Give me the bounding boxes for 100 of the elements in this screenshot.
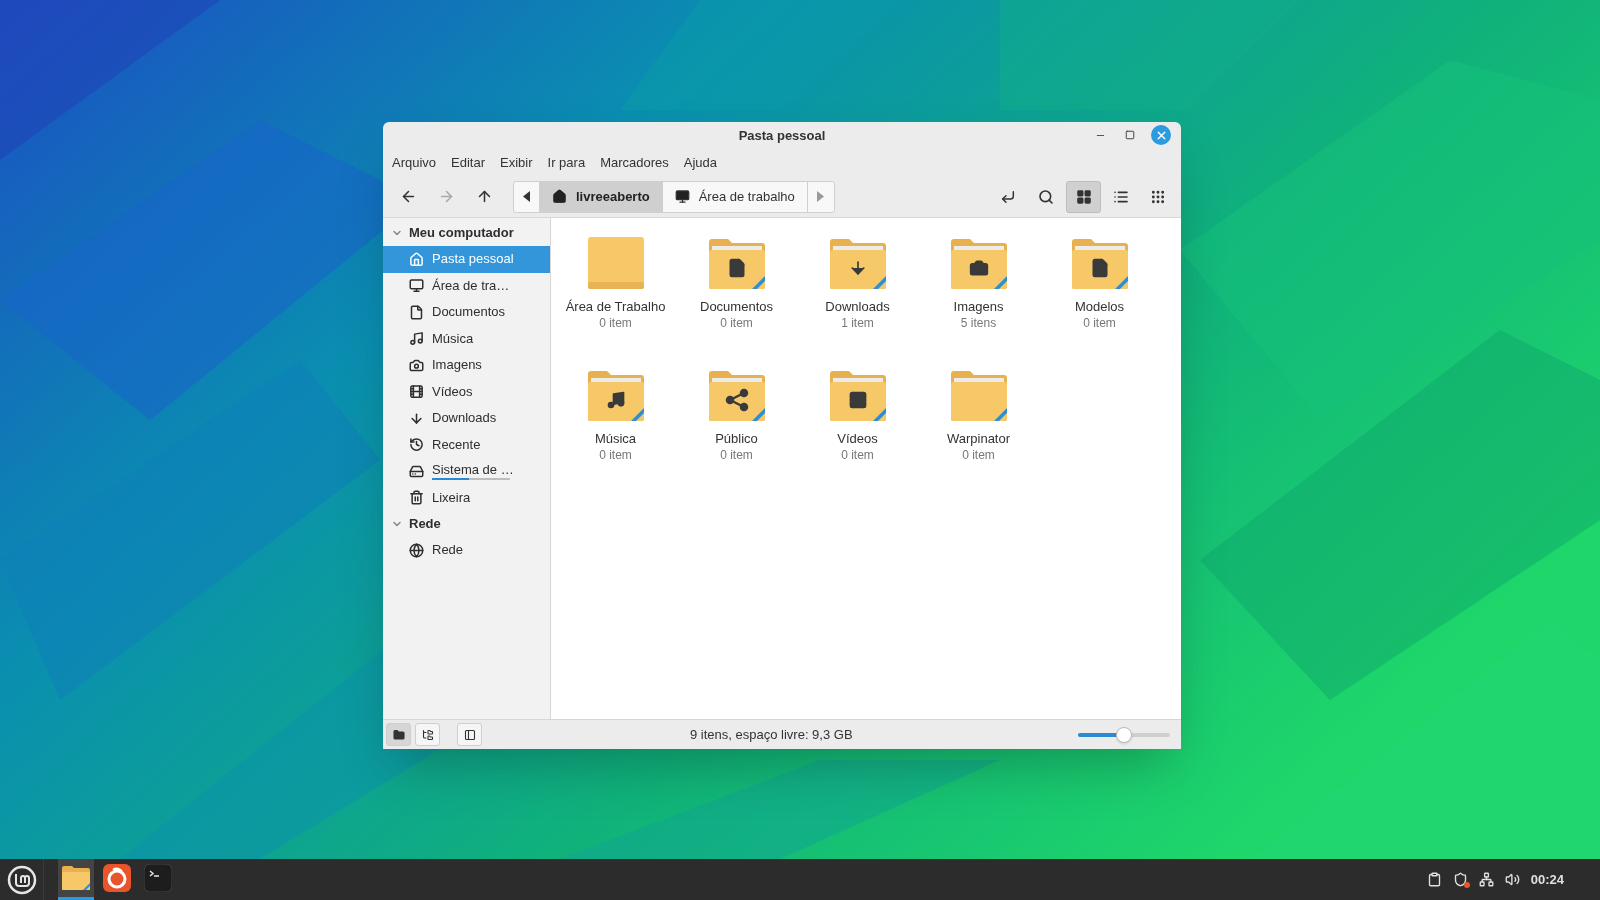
search-icon <box>1038 188 1054 205</box>
item-count: 5 itens <box>960 315 997 332</box>
volume-icon[interactable] <box>1504 872 1520 887</box>
pane-toggle-button[interactable] <box>386 723 411 746</box>
folder-item[interactable]: Warpinator 0 item <box>918 366 1039 464</box>
sidebar-item[interactable]: Área de tra… <box>383 272 550 299</box>
path-button[interactable]: livreeaberto <box>540 181 663 212</box>
item-count: 0 item <box>720 315 753 332</box>
film-icon <box>409 384 424 400</box>
panel-icon <box>463 728 476 741</box>
sidebar-toggle-button[interactable] <box>457 723 482 746</box>
folder-item[interactable]: Público 0 item <box>676 366 797 464</box>
house-icon <box>409 251 424 267</box>
share-folder-icon <box>707 370 766 422</box>
folder-item[interactable]: Área de Trabalho 0 item <box>555 234 676 332</box>
sidebar-label: Imagens <box>432 357 482 374</box>
folder-icon <box>61 865 91 891</box>
history-icon <box>409 437 424 453</box>
pictures-folder-icon <box>949 238 1008 290</box>
sidebar-item[interactable]: Sistema de … <box>383 458 550 485</box>
path-button[interactable]: Área de trabalho <box>662 181 808 212</box>
folder-icon <box>949 370 1008 422</box>
sidebar-label: Rede <box>432 542 464 559</box>
folder-item[interactable]: Downloads 1 item <box>797 234 918 332</box>
section-header: Rede <box>409 515 441 534</box>
sidebar-label: Música <box>432 330 474 347</box>
menu-item[interactable]: Ir para <box>544 153 589 173</box>
close-button[interactable] <box>1151 125 1171 145</box>
taskbar-app-button[interactable] <box>58 859 94 900</box>
sidebar-label: Vídeos <box>432 383 473 400</box>
sidebar-item[interactable]: Imagens <box>383 352 550 379</box>
folder-item[interactable]: Vídeos 0 item <box>797 366 918 464</box>
slider-thumb[interactable] <box>1116 726 1132 743</box>
right-triangle-icon <box>817 191 825 202</box>
trash-icon <box>409 490 424 506</box>
view-mode-button[interactable] <box>1066 180 1101 213</box>
folder-item[interactable]: Música 0 item <box>555 366 676 464</box>
document-icon <box>409 304 424 320</box>
folder-name: Imagens <box>953 298 1004 315</box>
sidebar-label: Recente <box>432 436 481 453</box>
menu-item[interactable]: Exibir <box>497 153 536 173</box>
menu-item[interactable]: Ajuda <box>680 153 721 173</box>
folder-item[interactable]: Documentos 0 item <box>676 234 797 332</box>
sidebar-item[interactable]: Recente <box>383 431 550 458</box>
folder-item[interactable]: Imagens 5 itens <box>918 234 1039 332</box>
menu-item[interactable]: Arquivo <box>389 153 440 173</box>
item-count: 0 item <box>599 447 632 464</box>
downloads-folder-icon <box>828 238 887 290</box>
sidebar-label: Área de tra… <box>432 277 510 294</box>
sidebar-label: Lixeira <box>432 489 471 506</box>
sidebar-label: Downloads <box>432 410 497 427</box>
monitor-icon <box>674 189 690 204</box>
sidebar-label: Pasta pessoal <box>432 251 514 268</box>
network-icon[interactable] <box>1478 872 1494 887</box>
sidebar-item[interactable]: Vídeos <box>383 378 550 405</box>
menu-item[interactable]: Editar <box>448 153 489 173</box>
camera-icon <box>409 357 424 373</box>
folder-name: Warpinator <box>946 430 1011 447</box>
clipboard-icon[interactable] <box>1426 872 1442 887</box>
tree-icon <box>421 728 434 741</box>
folder-name: Modelos <box>1074 298 1125 315</box>
return-arrow-icon <box>1000 188 1016 205</box>
sidebar-item[interactable]: Lixeira <box>383 484 550 511</box>
sidebar-label: Documentos <box>432 304 505 321</box>
music-note-icon <box>409 331 424 347</box>
compact-view-icon <box>1149 188 1166 205</box>
download-arrow-icon <box>409 410 424 426</box>
pane-toggle-button[interactable] <box>415 723 440 746</box>
folder-item[interactable]: Modelos 0 item <box>1039 234 1160 332</box>
sidebar-item[interactable]: Rede <box>383 537 550 564</box>
folder-name: Área de Trabalho <box>565 298 666 315</box>
zoom-slider[interactable] <box>1078 726 1170 743</box>
left-triangle-icon <box>523 191 530 202</box>
sidebar-label: Sistema de … <box>432 462 514 479</box>
shield-icon[interactable] <box>1452 872 1468 887</box>
folder-icon <box>392 728 405 741</box>
icon-view-icon <box>1075 188 1092 205</box>
globe-icon <box>409 542 424 558</box>
menu-item[interactable]: Marcadores <box>597 153 672 173</box>
desktop-folder-icon <box>586 236 645 290</box>
folder-name: Público <box>715 430 758 447</box>
browser-icon <box>103 864 131 892</box>
folder-name: Música <box>594 430 637 447</box>
sidebar-item[interactable]: Documentos <box>383 299 550 326</box>
folder-name: Documentos <box>700 298 773 315</box>
folder-name: Downloads <box>825 298 890 315</box>
terminal-icon <box>144 864 172 892</box>
documents-folder-icon <box>707 238 766 290</box>
sidebar-item[interactable]: Downloads <box>383 405 550 432</box>
item-count: 0 item <box>599 315 632 332</box>
clock[interactable]: 00:24 <box>1530 869 1564 890</box>
item-count: 1 item <box>841 315 874 332</box>
logo-icon <box>6 864 37 895</box>
music-folder-icon <box>586 370 645 422</box>
item-count: 0 item <box>720 447 753 464</box>
sidebar-item[interactable]: Música <box>383 325 550 352</box>
section-header: Meu computador <box>409 224 514 243</box>
house-icon <box>552 189 567 204</box>
status-text: 9 itens, espaço livre: 9,3 GB <box>690 725 853 744</box>
maximize-icon <box>1125 130 1135 140</box>
